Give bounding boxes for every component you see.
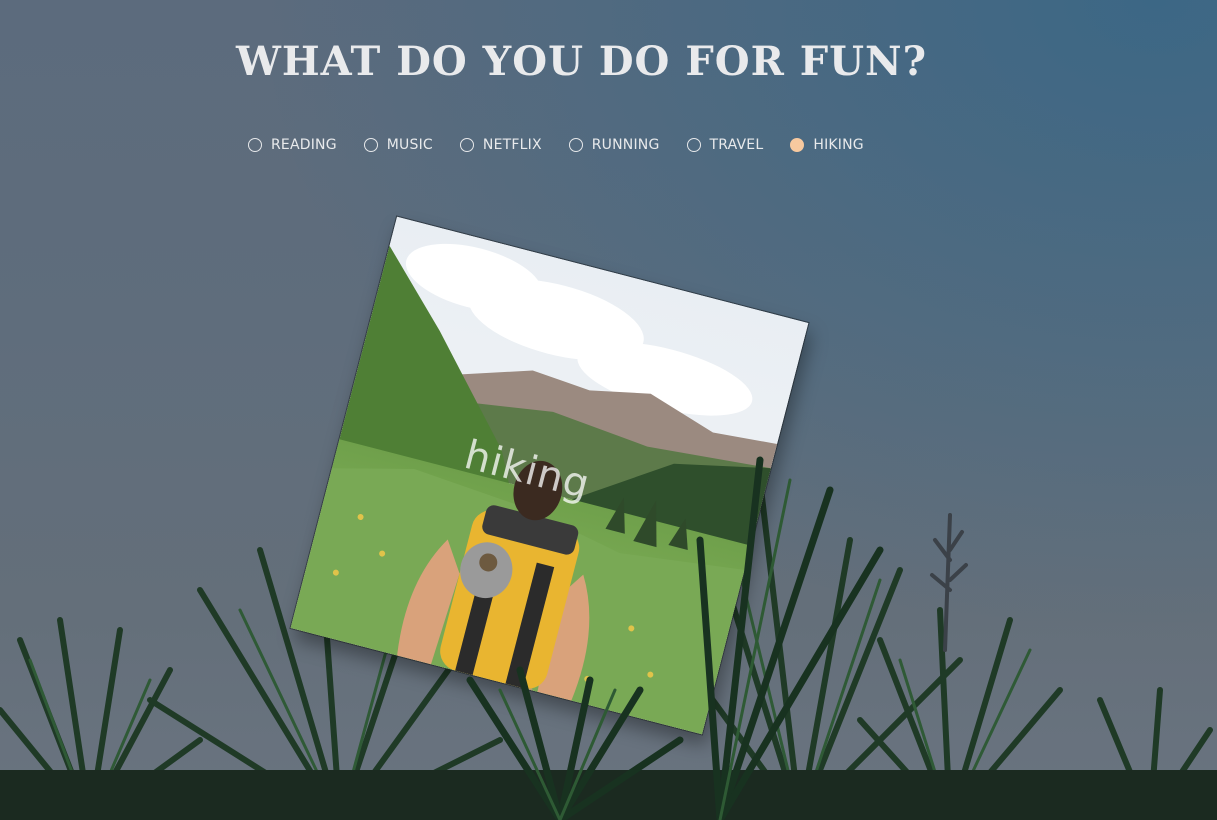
radio-icon[interactable] (363, 138, 378, 152)
radio-selected-icon[interactable] (790, 138, 805, 152)
option-label: READING (271, 137, 337, 153)
option-label: NETFLIX (482, 137, 542, 153)
option-label: TRAVEL (709, 137, 764, 153)
option-label: RUNNING (591, 137, 660, 153)
option-music[interactable]: MUSIC (363, 137, 433, 153)
page-title: WHAT DO YOU DO FOR FUN? (235, 38, 928, 85)
option-label: MUSIC (386, 137, 433, 153)
option-hiking[interactable]: HIKING (790, 137, 864, 153)
radio-icon[interactable] (686, 138, 701, 152)
option-label: HIKING (813, 137, 864, 153)
option-reading[interactable]: READING (248, 137, 337, 153)
interest-options: READING MUSIC NETFLIX RUNNING TRAVEL HIK… (248, 134, 891, 156)
radio-icon[interactable] (248, 138, 262, 152)
option-travel[interactable]: TRAVEL (686, 137, 764, 153)
option-running[interactable]: RUNNING (568, 137, 660, 153)
option-netflix[interactable]: NETFLIX (459, 137, 542, 153)
radio-icon[interactable] (459, 138, 474, 152)
radio-icon[interactable] (568, 138, 583, 152)
